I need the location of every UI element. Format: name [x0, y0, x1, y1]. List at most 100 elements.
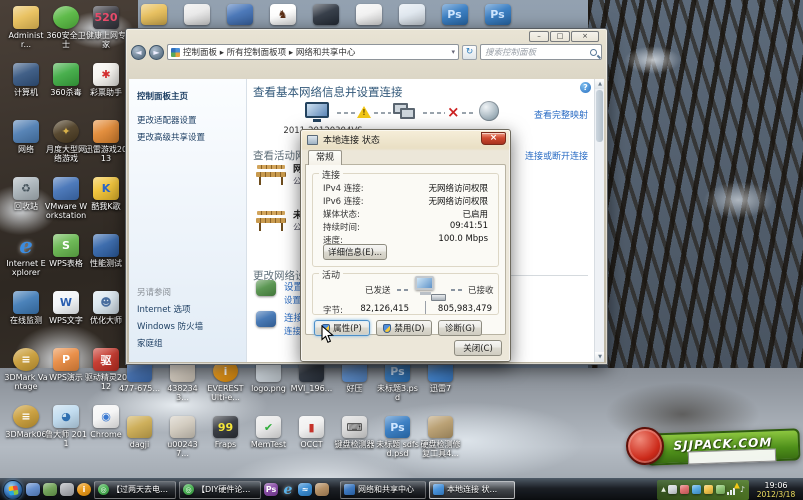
tray-expand-icon[interactable]: ▲ — [661, 486, 666, 493]
icon-top-psd1[interactable]: Ps — [433, 1, 476, 28]
icon-psd-sdfsd[interactable]: Ps未标题 sdfsd.psd — [376, 413, 419, 468]
icon-wps-presentation[interactable]: PWPS演示 — [44, 345, 88, 402]
icon-photo-u002437[interactable]: u002437... — [161, 413, 204, 468]
icon-online-game[interactable]: ✦月度大型网络游戏 — [44, 117, 88, 174]
icon-occt[interactable]: ▮OCCT — [290, 413, 333, 468]
taskbar-btn-forum2[interactable]: ◎【DIY硬件论坛... — [179, 481, 261, 499]
tray-icon-3[interactable] — [692, 485, 701, 494]
tray-icon-1[interactable] — [668, 485, 677, 494]
taskbar-btn-local-connection[interactable]: 本地连接 状... — [429, 481, 515, 499]
taskbar-btn-forum1[interactable]: ◎【过两天去电脑... — [94, 481, 176, 499]
diagnose-button[interactable]: 诊断(G) — [438, 320, 482, 336]
icon-internet-explorer[interactable]: eInternet Explorer — [4, 231, 48, 288]
icon-3dmark-vantage[interactable]: ≡3DMark Vantage — [4, 345, 48, 402]
icon-top-box[interactable] — [218, 1, 261, 28]
mid-bird-icon[interactable] — [315, 483, 329, 496]
icon-hdd-tool[interactable]: 硬盘检测修复工具4... — [419, 413, 462, 468]
icon-top-sheet[interactable] — [390, 1, 433, 28]
disable-button[interactable]: 禁用(D) — [376, 320, 432, 336]
dialog-close-button[interactable]: × — [481, 132, 506, 145]
close-dialog-button[interactable]: 关闭(C) — [454, 340, 502, 356]
connect-disconnect-link[interactable]: 连接或断开连接 — [525, 149, 588, 162]
icon-360-antivirus[interactable]: 360杀毒 — [44, 60, 88, 117]
maximize-button[interactable]: □ — [550, 31, 570, 42]
mid-ie-icon[interactable]: e — [281, 483, 295, 496]
breadcrumb[interactable]: 控制面板 ▸ 所有控制面板项 ▸ 网络和共享中心 — [183, 46, 448, 58]
icon-vmware-workstation[interactable]: VMware Workstation — [44, 174, 88, 231]
scroll-up-icon[interactable]: ▲ — [595, 79, 604, 89]
sidebar-item-advanced-sharing[interactable]: 更改高级共享设置 — [137, 131, 205, 143]
sidebar-item-windows-firewall[interactable]: Windows 防火墙 — [137, 320, 203, 332]
icon-dagji[interactable]: dagji — [118, 413, 161, 468]
icon-recycle-bin[interactable]: ♻回收站 — [4, 174, 48, 231]
icon-books[interactable]: 477-675... — [118, 357, 161, 412]
icon-xunlei7[interactable]: 迅雷7 — [419, 357, 462, 412]
start-button[interactable] — [3, 480, 23, 500]
icon-fraps[interactable]: 99Fraps — [204, 413, 247, 468]
help-icon[interactable]: ? — [580, 82, 591, 93]
chevron-down-icon[interactable]: ▾ — [451, 48, 455, 56]
tray-icon-4[interactable] — [704, 485, 713, 494]
icon-mvi-video[interactable]: MVI_196... — [290, 357, 333, 412]
icon-network[interactable]: 网络 — [4, 117, 48, 174]
forward-button[interactable]: ► — [149, 45, 164, 60]
icon-memtest[interactable]: ✔MemTest — [247, 413, 290, 468]
vertical-scrollbar[interactable]: ▲ ▼ — [594, 79, 604, 362]
icon-wps-writer[interactable]: WWPS文字 — [44, 288, 88, 345]
icon-online-monitor[interactable]: 在线监测 — [4, 288, 48, 345]
icon-kuwo-ksong[interactable]: K酷我K歌 — [84, 174, 128, 231]
icon-top-folder[interactable] — [132, 1, 175, 28]
volume-icon[interactable]: ♪ — [740, 485, 745, 494]
tray-icon-5[interactable] — [716, 485, 725, 494]
sidebar-item-internet-options[interactable]: Internet 选项 — [137, 303, 190, 315]
quick-lamp-icon[interactable] — [60, 483, 74, 496]
taskbar-btn-network-center[interactable]: 网络和共享中心 — [340, 481, 426, 499]
desktop-icon-column-2: 360安全卫士360杀毒✦月度大型网络游戏VMware WorkstationS… — [44, 3, 88, 459]
icon-keyboard-tester[interactable]: ⌨键盘检测器 — [333, 413, 376, 468]
address-field[interactable]: 控制面板 ▸ 所有控制面板项 ▸ 网络和共享中心 ▾ — [167, 44, 459, 60]
icon-youhua-master[interactable]: ☻优化大师 — [84, 288, 128, 345]
no-connection-icon: × — [447, 103, 460, 121]
search-input[interactable]: 搜索控制面板 — [480, 44, 602, 60]
details-button[interactable]: 详细信息(E)... — [323, 244, 387, 260]
icon-everest[interactable]: iEVEREST Ulti-e... — [204, 357, 247, 412]
icon-top-doc[interactable] — [347, 1, 390, 28]
full-map-link[interactable]: 查看完整映射 — [534, 108, 588, 121]
icon-lottery[interactable]: ✱彩票助手 — [84, 60, 128, 117]
icon-top-psd2[interactable]: Ps — [476, 1, 519, 28]
tray-icon-2[interactable] — [680, 485, 689, 494]
icon-ludashi[interactable]: ◕鲁大师 2011 — [44, 402, 88, 459]
icon-computer[interactable]: 计算机 — [4, 60, 48, 117]
quick-everest-icon[interactable]: i — [77, 483, 91, 496]
icon-top-horse[interactable]: ♞ — [261, 1, 304, 28]
sidebar-item-homegroup[interactable]: 家庭组 — [137, 337, 163, 349]
icon-top-photo[interactable] — [175, 1, 218, 28]
icon-logo-png[interactable]: logo.png — [247, 357, 290, 412]
icon-xunlei-game[interactable]: 迅雷游戏2013 — [84, 117, 128, 174]
refresh-button[interactable]: ↻ — [462, 45, 477, 60]
icon-psd-untitled3[interactable]: Ps未标题3.psd — [376, 357, 419, 412]
scroll-down-icon[interactable]: ▼ — [595, 352, 604, 362]
back-button[interactable]: ◄ — [131, 45, 146, 60]
icon-360-safe[interactable]: 360安全卫士 — [44, 3, 88, 60]
icon-3dmark06[interactable]: ≡3DMark06 — [4, 402, 48, 459]
icon-wps-sheet[interactable]: SWPS表格 — [44, 231, 88, 288]
quick-card-icon[interactable] — [43, 483, 57, 496]
icon-520hqt[interactable]: 520健康上网专家 — [84, 3, 128, 60]
icon-administrator-folder[interactable]: Administr... — [4, 3, 48, 60]
tab-general[interactable]: 常规 — [308, 150, 342, 165]
mid-thunder-icon[interactable]: ≈ — [298, 483, 312, 496]
sidebar-item-home[interactable]: 控制面板主页 — [137, 90, 188, 102]
quick-snip-icon[interactable] — [26, 483, 40, 496]
icon-benchmark[interactable]: 性能测试 — [84, 231, 128, 288]
sidebar-item-adapter-settings[interactable]: 更改适配器设置 — [137, 114, 197, 126]
scrollbar-thumb[interactable] — [596, 90, 603, 142]
close-button[interactable]: × — [571, 31, 599, 42]
icon-photo-438[interactable]: 4382343... — [161, 357, 204, 412]
taskbar-clock[interactable]: 19:06 2012/3/18 — [752, 481, 800, 499]
mid-ps-icon[interactable]: Ps — [264, 483, 278, 496]
network-status-icon[interactable] — [727, 485, 738, 495]
icon-haozip[interactable]: 好压 — [333, 357, 376, 412]
icon-top-film[interactable] — [304, 1, 347, 28]
minimize-button[interactable]: – — [529, 31, 549, 42]
